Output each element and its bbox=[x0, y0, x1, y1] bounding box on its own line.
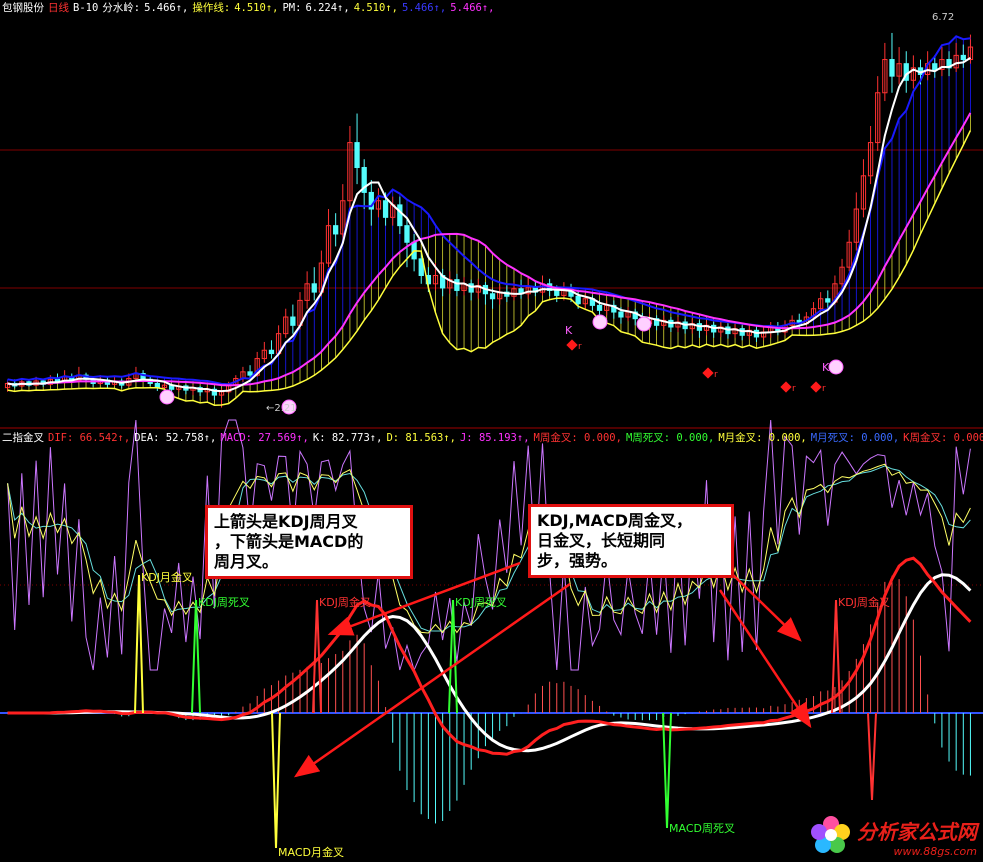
r-marker: r bbox=[792, 384, 796, 394]
candle-body bbox=[825, 298, 831, 303]
indicator-name: 二指金叉 bbox=[2, 432, 44, 444]
kdj-week-dead-2-label: KDJ周死叉 bbox=[455, 596, 507, 609]
candle-body bbox=[333, 225, 339, 235]
kdj-week-gold-2-label: KDJ周金叉 bbox=[838, 595, 890, 609]
watermark: 分析家公式网 www.88gs.com bbox=[811, 816, 977, 858]
candle-body bbox=[575, 295, 581, 305]
m-month-gold: M月金叉: 0.000, bbox=[718, 432, 807, 444]
smiley-icon bbox=[636, 316, 652, 332]
j-line bbox=[7, 419, 971, 672]
j-value: J: 85.193↑, bbox=[459, 432, 530, 444]
watermark-url: www.88gs.com bbox=[893, 845, 977, 858]
value-4: 4.510↑, bbox=[353, 2, 398, 14]
candle-body bbox=[932, 63, 938, 70]
candle-body bbox=[268, 349, 275, 355]
fenshuiling-label: 分水岭: bbox=[102, 2, 141, 14]
pm-label: PM: bbox=[282, 2, 302, 14]
white-line bbox=[7, 57, 971, 393]
kdj-week-dead-1-spike bbox=[191, 599, 201, 714]
candle-body bbox=[960, 54, 966, 61]
callout-right: KDJ,MACD周金叉， 日金叉，长短期同 步，强势。 bbox=[528, 504, 734, 578]
b-label: B-10 bbox=[73, 2, 99, 14]
callout-right-line1: KDJ,MACD周金叉， bbox=[537, 511, 693, 530]
macd-month-gold-spike bbox=[271, 712, 281, 849]
kdj-week-gold-1-label: KDJ周金叉 bbox=[319, 595, 371, 609]
candle-body bbox=[404, 225, 410, 243]
smiley-icon bbox=[828, 359, 844, 375]
fenshuiling-value: 5.466↑, bbox=[144, 2, 189, 14]
candle-body bbox=[489, 293, 496, 300]
callout-left: 上箭头是KDJ周月叉 ，下箭头是MACD的 周月叉。 bbox=[205, 505, 413, 579]
candle-body bbox=[596, 304, 603, 311]
kdj-month-gold-label: KDJ月金叉 bbox=[141, 570, 193, 584]
callout-left-line3: 周月叉。 bbox=[214, 552, 279, 571]
r-marker: r bbox=[578, 342, 582, 352]
blue-line bbox=[7, 35, 971, 386]
macd-value: MACD: 27.569↑, bbox=[220, 432, 309, 444]
d-value: D: 81.563↑, bbox=[386, 432, 456, 444]
kdj-week-dead-2-spike bbox=[448, 599, 458, 714]
smiley-icon bbox=[592, 314, 608, 330]
value-5: 5.466↑, bbox=[401, 2, 447, 14]
stock-name: 包钢股份 bbox=[2, 2, 44, 14]
candle-body bbox=[247, 371, 253, 376]
watermark-name: 分析家公式网 bbox=[857, 820, 977, 844]
callout-right-line2: 日金叉，长短期同 bbox=[537, 531, 666, 550]
dif-value: DIF: 66.542↑, bbox=[48, 432, 131, 444]
callout-left-line2: ，下箭头是MACD的 bbox=[214, 532, 364, 551]
k-week-gold: K周金叉: 0.000 bbox=[903, 432, 983, 444]
caozuoxian-label: 操作线: bbox=[192, 2, 231, 14]
kdj-week-dead-1-label: KDJ周死叉 bbox=[198, 596, 250, 609]
candle-body bbox=[889, 59, 895, 77]
flower-logo-icon bbox=[811, 816, 850, 853]
r-marker: r bbox=[714, 370, 718, 380]
callout-arrow bbox=[729, 571, 802, 642]
kdj-month-gold-spike bbox=[134, 574, 144, 714]
callout-left-line1: 上箭头是KDJ周月叉 bbox=[214, 512, 358, 531]
candle-body bbox=[382, 200, 389, 218]
callout-arrow bbox=[718, 589, 812, 729]
m-month-dead: M月死叉: 0.000, bbox=[810, 432, 900, 444]
caozuoxian-value: 4.510↑, bbox=[234, 2, 279, 14]
k-marker: K bbox=[822, 361, 830, 374]
candlesticks bbox=[4, 32, 974, 408]
dea-value: DEA: 52.758↑, bbox=[134, 432, 217, 444]
macd-week-dead-label: MACD周死叉 bbox=[669, 822, 735, 835]
main-panel-header: 包钢股份 日线 B-10 分水岭: 5.466↑, 操作线: 4.510↑, PM: 6.224… bbox=[2, 1, 499, 15]
value-6: 5.466↑, bbox=[450, 2, 495, 14]
r-diamond bbox=[810, 381, 822, 393]
candle-body bbox=[454, 279, 460, 291]
low-price-label: ←2.21 bbox=[266, 403, 297, 414]
pm-value: 6.224↑, bbox=[305, 2, 350, 14]
r-diamond bbox=[780, 381, 792, 393]
m-week-gold: M周金叉: 0.000, bbox=[533, 432, 622, 444]
k-value: K: 82.773↑, bbox=[312, 432, 383, 444]
moving-average-lines bbox=[7, 35, 972, 406]
period-label: 日线 bbox=[48, 2, 69, 14]
kdj-week-gold-1-spike bbox=[312, 599, 322, 714]
candle-body bbox=[397, 204, 403, 227]
sub-panel-header: 二指金叉 DIF: 66.542↑, DEA: 52.758↑, MACD: 27.5… bbox=[2, 431, 983, 445]
macd-week-gold-spike bbox=[867, 712, 877, 801]
candle-body bbox=[618, 311, 624, 318]
r-marker: r bbox=[822, 384, 826, 394]
r-diamond bbox=[566, 339, 578, 351]
r-diamond bbox=[702, 367, 714, 379]
callout-right-line3: 步，强势。 bbox=[537, 551, 618, 570]
candle-body bbox=[311, 283, 317, 293]
dif-line bbox=[7, 556, 972, 756]
k-marker: K bbox=[565, 324, 573, 337]
smiley-icon bbox=[159, 389, 175, 405]
candle-body bbox=[154, 382, 160, 389]
high-price-label: 6.72 bbox=[932, 12, 954, 23]
candle-body bbox=[354, 142, 360, 169]
macd-month-gold-label: MACD月金叉 bbox=[278, 845, 344, 859]
band-fill bbox=[7, 36, 971, 406]
candle-body bbox=[290, 316, 296, 326]
m-week-dead: M周死叉: 0.000, bbox=[625, 432, 715, 444]
candle-body bbox=[554, 289, 560, 296]
